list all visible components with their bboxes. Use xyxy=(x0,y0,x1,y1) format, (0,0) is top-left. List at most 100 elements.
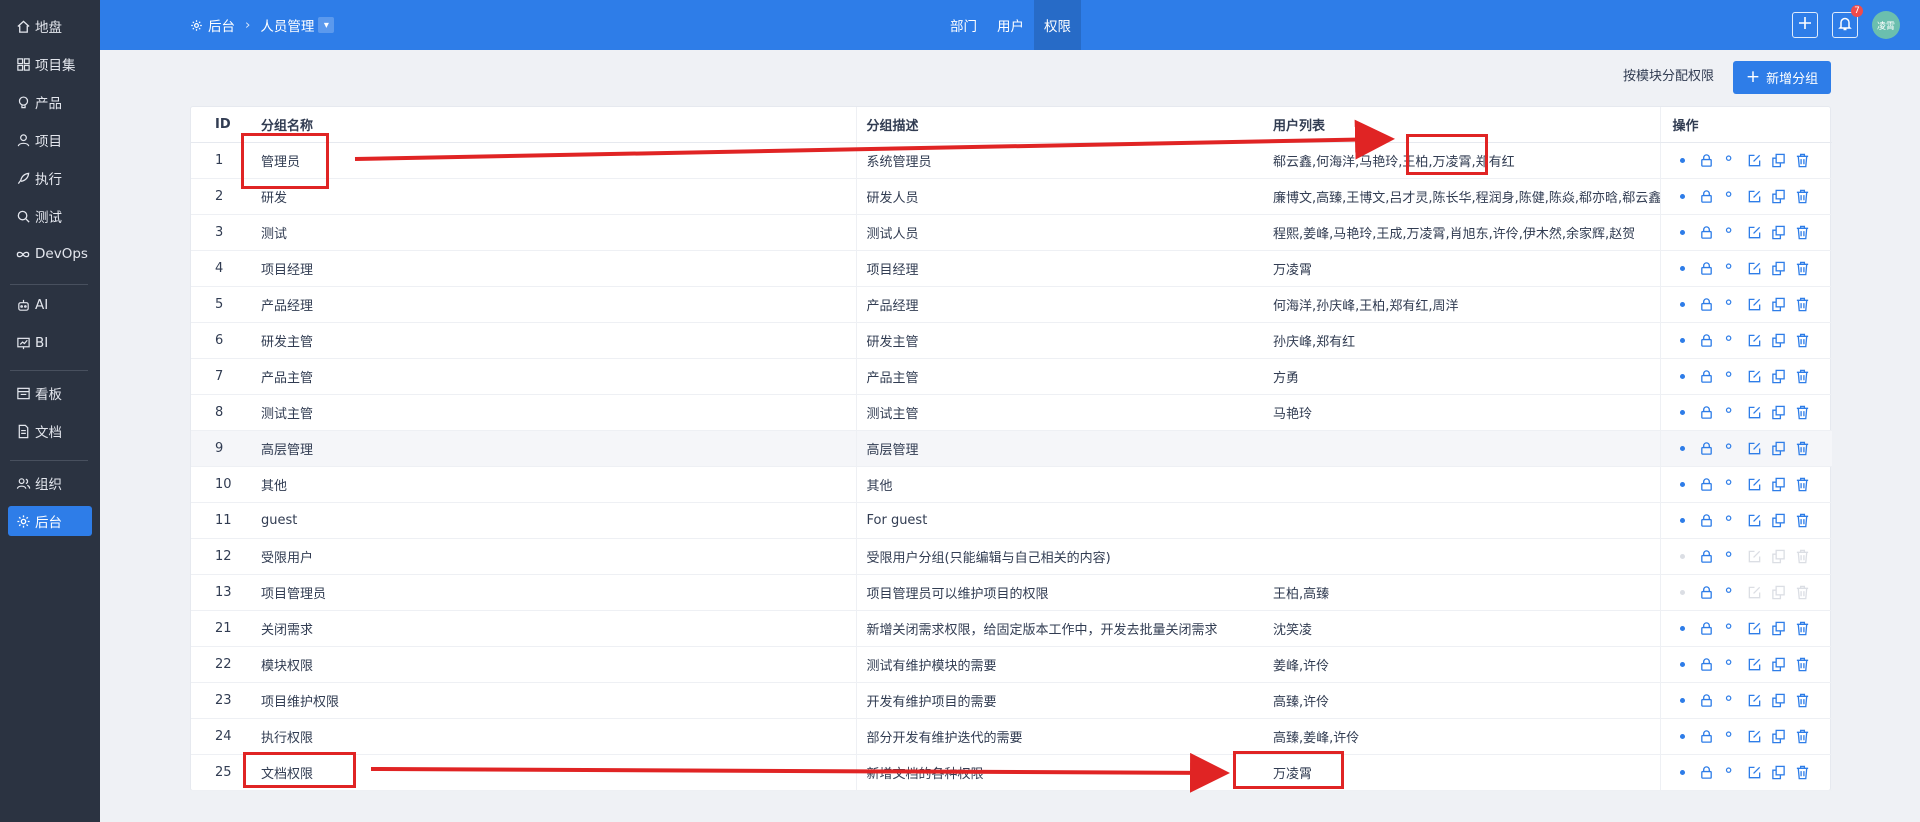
table-row[interactable]: 11 guest For guest xyxy=(191,502,1832,539)
trash-icon[interactable] xyxy=(1793,438,1813,458)
add-group-button[interactable]: + 新增分组 xyxy=(1733,61,1831,94)
edit-icon[interactable] xyxy=(1745,150,1765,170)
sidebar-item-ai[interactable]: AI xyxy=(8,290,92,320)
edit-icon[interactable] xyxy=(1745,726,1765,746)
eye-icon[interactable] xyxy=(1673,618,1693,638)
edit-icon[interactable] xyxy=(1745,366,1765,386)
lock-icon[interactable] xyxy=(1697,258,1717,278)
user-group-icon[interactable] xyxy=(1721,654,1741,674)
edit-icon[interactable] xyxy=(1745,510,1765,530)
tab-user[interactable]: 用户 xyxy=(987,0,1034,50)
user-group-icon[interactable] xyxy=(1721,330,1741,350)
eye-icon[interactable] xyxy=(1673,186,1693,206)
lock-icon[interactable] xyxy=(1697,618,1717,638)
table-row[interactable]: 6 研发主管 研发主管 孙庆峰,郑有红 xyxy=(191,322,1832,359)
user-group-icon[interactable] xyxy=(1721,366,1741,386)
copy-icon[interactable] xyxy=(1769,402,1789,422)
lock-icon[interactable] xyxy=(1697,402,1717,422)
sidebar-item-execution[interactable]: 执行 xyxy=(8,163,92,193)
trash-icon[interactable] xyxy=(1793,330,1813,350)
user-group-icon[interactable] xyxy=(1721,510,1741,530)
create-button[interactable] xyxy=(1792,12,1818,38)
trash-icon[interactable] xyxy=(1793,294,1813,314)
user-group-icon[interactable] xyxy=(1721,222,1741,242)
table-row[interactable]: 8 测试主管 测试主管 马艳玲 xyxy=(191,394,1832,431)
sidebar-item-test[interactable]: 测试 xyxy=(8,201,92,231)
lock-icon[interactable] xyxy=(1697,690,1717,710)
table-row[interactable]: 12 受限用户 受限用户分组(只能编辑与自己相关的内容) xyxy=(191,538,1832,575)
assign-by-module-link[interactable]: 按模块分配权限 xyxy=(1623,66,1714,88)
copy-icon[interactable] xyxy=(1769,726,1789,746)
user-group-icon[interactable] xyxy=(1721,726,1741,746)
lock-icon[interactable] xyxy=(1697,438,1717,458)
sidebar-item-program[interactable]: 项目集 xyxy=(8,49,92,79)
edit-icon[interactable] xyxy=(1745,294,1765,314)
user-group-icon[interactable] xyxy=(1721,186,1741,206)
copy-icon[interactable] xyxy=(1769,258,1789,278)
copy-icon[interactable] xyxy=(1769,510,1789,530)
copy-icon[interactable] xyxy=(1769,654,1789,674)
trash-icon[interactable] xyxy=(1793,510,1813,530)
trash-icon[interactable] xyxy=(1793,402,1813,422)
column-header-name[interactable]: 分组名称 xyxy=(256,107,857,143)
lock-icon[interactable] xyxy=(1697,546,1717,566)
trash-icon[interactable] xyxy=(1793,690,1813,710)
lock-icon[interactable] xyxy=(1697,150,1717,170)
table-row[interactable]: 4 项目经理 项目经理 万凌霄 xyxy=(191,250,1832,287)
edit-icon[interactable] xyxy=(1745,330,1765,350)
eye-icon[interactable] xyxy=(1673,150,1693,170)
trash-icon[interactable] xyxy=(1793,150,1813,170)
table-row[interactable]: 24 执行权限 部分开发有维护迭代的需要 高臻,姜峰,许伶 xyxy=(191,718,1832,755)
lock-icon[interactable] xyxy=(1697,474,1717,494)
breadcrumb-current[interactable]: 人员管理 xyxy=(260,15,314,35)
edit-icon[interactable] xyxy=(1745,186,1765,206)
table-row[interactable]: 5 产品经理 产品经理 何海洋,孙庆峰,王柏,郑有红,周洋 xyxy=(191,286,1832,323)
copy-icon[interactable] xyxy=(1769,474,1789,494)
sidebar-item-project[interactable]: 项目 xyxy=(8,125,92,155)
lock-icon[interactable] xyxy=(1697,294,1717,314)
copy-icon[interactable] xyxy=(1769,438,1789,458)
eye-icon[interactable] xyxy=(1673,222,1693,242)
table-row[interactable]: 9 高层管理 高层管理 xyxy=(191,430,1832,467)
sidebar-item-kanban[interactable]: 看板 xyxy=(8,378,92,408)
table-row[interactable]: 25 文档权限 新增文档的各种权限 万凌霄 xyxy=(191,754,1832,791)
copy-icon[interactable] xyxy=(1769,150,1789,170)
eye-icon[interactable] xyxy=(1673,762,1693,782)
copy-icon[interactable] xyxy=(1769,618,1789,638)
lock-icon[interactable] xyxy=(1697,510,1717,530)
edit-icon[interactable] xyxy=(1745,690,1765,710)
sidebar-item-docs[interactable]: 文档 xyxy=(8,416,92,446)
edit-icon[interactable] xyxy=(1745,618,1765,638)
copy-icon[interactable] xyxy=(1769,186,1789,206)
edit-icon[interactable] xyxy=(1745,438,1765,458)
trash-icon[interactable] xyxy=(1793,258,1813,278)
eye-icon[interactable] xyxy=(1673,690,1693,710)
sidebar-item-admin[interactable]: 后台 xyxy=(8,506,92,536)
eye-icon[interactable] xyxy=(1673,726,1693,746)
eye-icon[interactable] xyxy=(1673,330,1693,350)
eye-icon[interactable] xyxy=(1673,294,1693,314)
lock-icon[interactable] xyxy=(1697,654,1717,674)
user-group-icon[interactable] xyxy=(1721,438,1741,458)
edit-icon[interactable] xyxy=(1745,222,1765,242)
trash-icon[interactable] xyxy=(1793,366,1813,386)
trash-icon[interactable] xyxy=(1793,654,1813,674)
copy-icon[interactable] xyxy=(1769,294,1789,314)
eye-icon[interactable] xyxy=(1673,258,1693,278)
lock-icon[interactable] xyxy=(1697,726,1717,746)
lock-icon[interactable] xyxy=(1697,186,1717,206)
lock-icon[interactable] xyxy=(1697,762,1717,782)
table-row[interactable]: 3 测试 测试人员 程熙,姜峰,马艳玲,王成,万凌霄,肖旭东,许伶,伊木然,余家辉,赵… xyxy=(191,214,1832,251)
user-group-icon[interactable] xyxy=(1721,402,1741,422)
edit-icon[interactable] xyxy=(1745,474,1765,494)
copy-icon[interactable] xyxy=(1769,222,1789,242)
user-group-icon[interactable] xyxy=(1721,762,1741,782)
table-row[interactable]: 21 关闭需求 新增关闭需求权限，给固定版本工作中，开发去批量关闭需求 沈笑凌 xyxy=(191,610,1832,647)
table-row[interactable]: 7 产品主管 产品主管 方勇 xyxy=(191,358,1832,395)
sidebar-item-devops[interactable]: DevOps xyxy=(8,239,92,269)
tab-department[interactable]: 部门 xyxy=(940,0,987,50)
eye-icon[interactable] xyxy=(1673,402,1693,422)
sidebar-item-bi[interactable]: BI xyxy=(8,328,92,358)
trash-icon[interactable] xyxy=(1793,222,1813,242)
table-row[interactable]: 22 模块权限 测试有维护模块的需要 姜峰,许伶 xyxy=(191,646,1832,683)
